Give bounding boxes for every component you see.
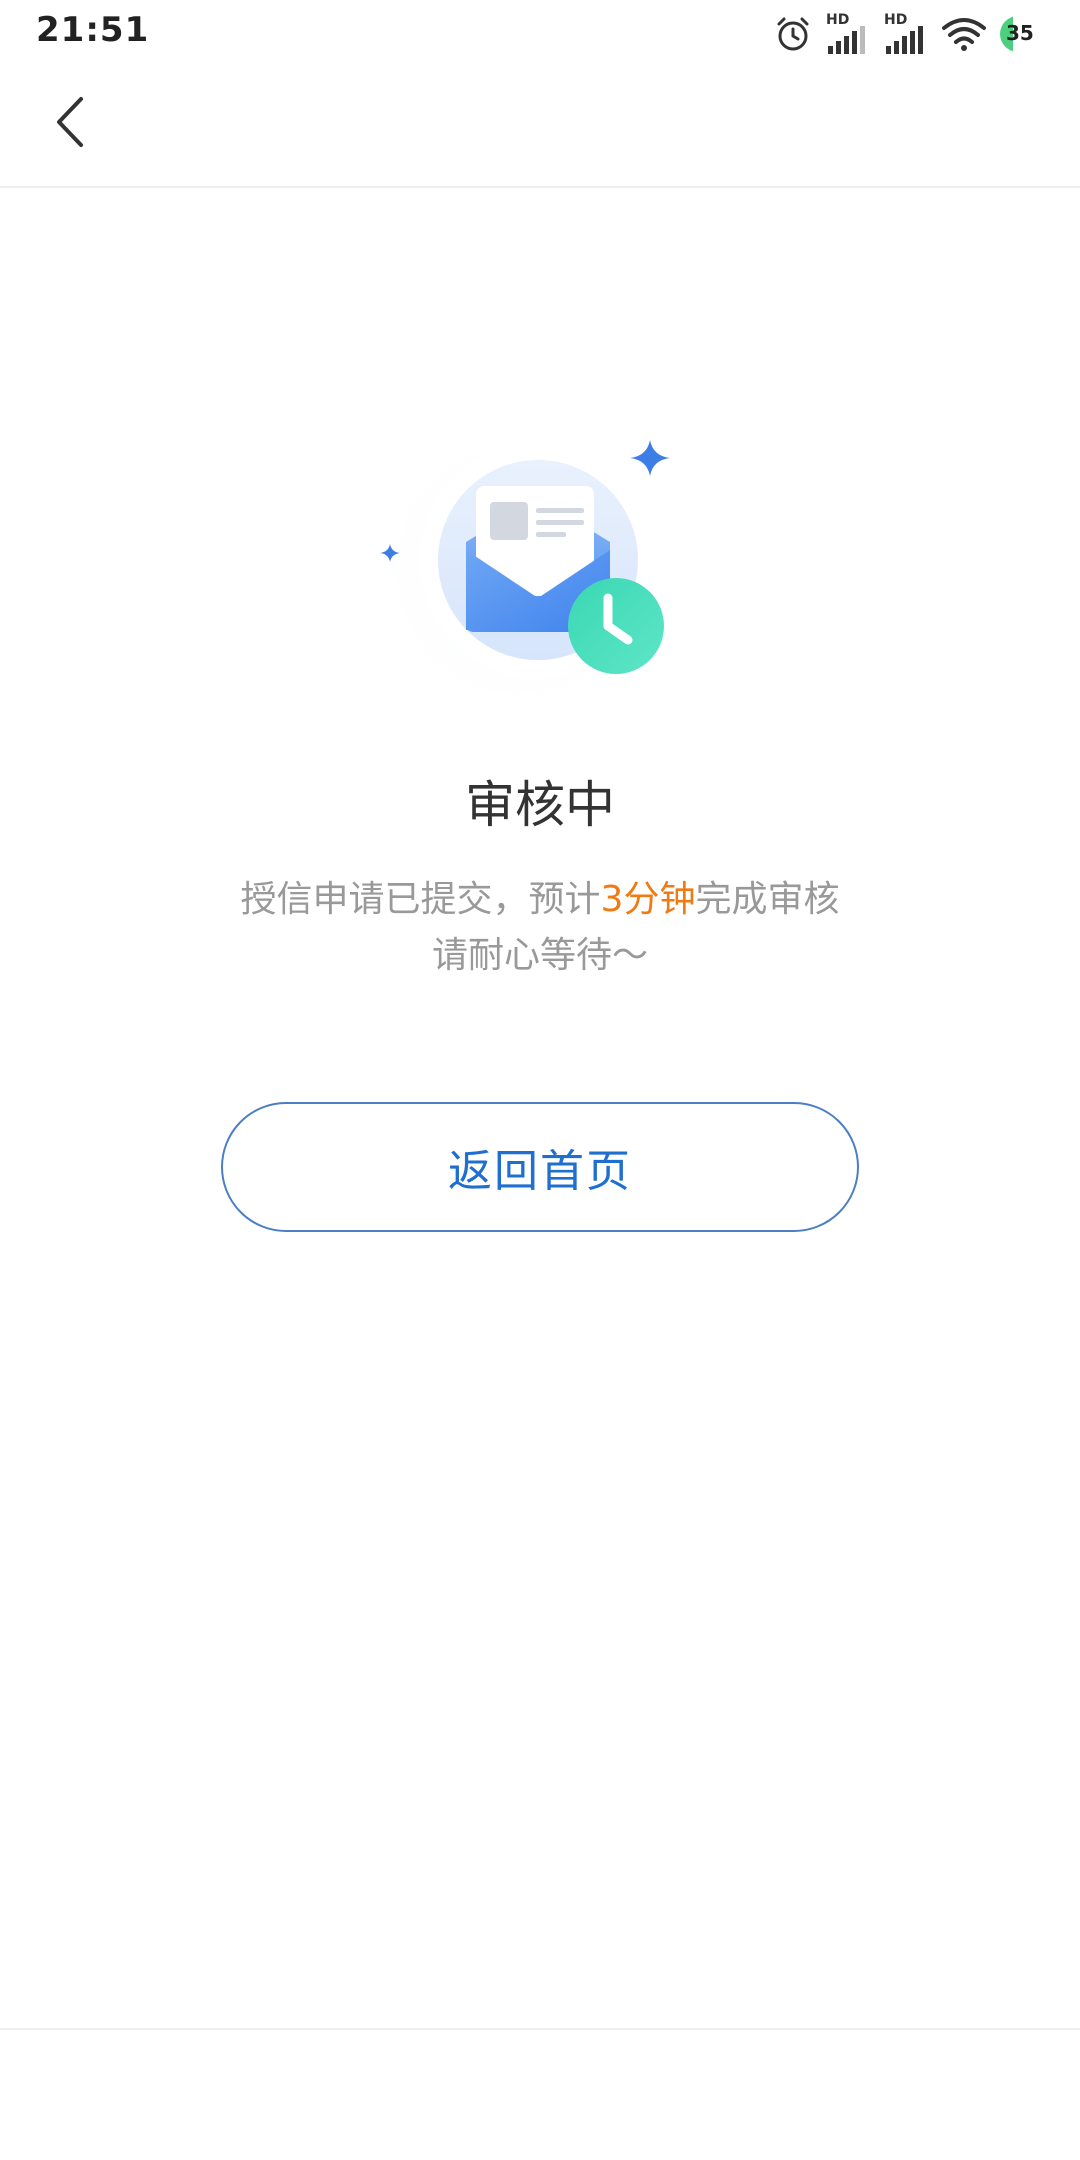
- alarm-icon: [774, 15, 812, 53]
- wait-message: 请耐心等待～: [431, 935, 648, 976]
- review-description: 授信申请已提交，预计3分钟完成审核: [0, 872, 1080, 928]
- return-home-button[interactable]: 返回首页: [221, 1102, 859, 1232]
- description-prefix: 授信申请已提交，预计: [240, 879, 601, 920]
- status-icons: HD HD 35: [774, 12, 1036, 56]
- page-title: 审核中: [465, 776, 615, 834]
- review-pending-page: 21:51 HD HD 35 审核中 授信申请已提交，预计3分钟完成审核 请耐心…: [0, 0, 1080, 2160]
- wifi-icon: [942, 16, 986, 52]
- nav-bar: [0, 68, 1080, 188]
- battery-level: 35: [1006, 21, 1034, 45]
- return-home-label: 返回首页: [448, 1146, 632, 1197]
- status-bar: 21:51 HD HD 35: [0, 0, 1080, 68]
- back-button[interactable]: [40, 94, 100, 154]
- signal-icon: HD: [884, 12, 928, 54]
- sparkle-icon: [630, 440, 670, 476]
- status-time: 21:51: [36, 10, 150, 50]
- review-illustration: [370, 420, 690, 740]
- description-suffix: 完成审核: [695, 879, 840, 920]
- signal-icon: HD: [826, 12, 870, 54]
- battery-icon: 35: [1000, 16, 1036, 52]
- bottom-area: [0, 2030, 1080, 2160]
- chevron-left-icon: [53, 95, 87, 153]
- estimated-time: 3分钟: [600, 879, 696, 920]
